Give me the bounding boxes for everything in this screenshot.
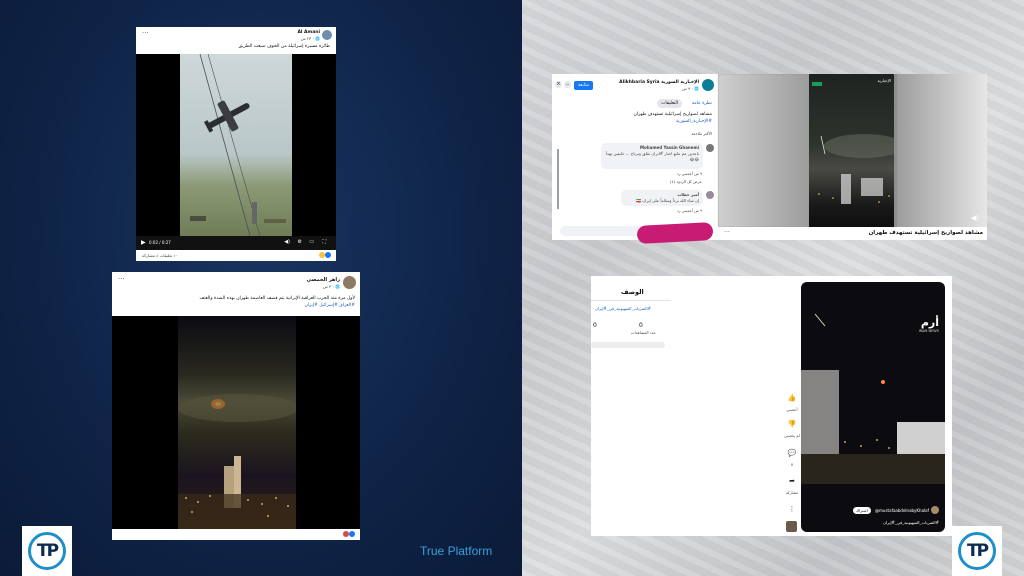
- post-footer: [112, 529, 360, 540]
- like-label: أعجبني: [786, 407, 798, 412]
- comment-actions[interactable]: ٩ س أعجبني رد: [677, 208, 702, 213]
- dislike-label: لم يعجبني: [784, 433, 800, 438]
- channel-thumbnail[interactable]: [786, 521, 797, 532]
- volume-icon[interactable]: ◀): [284, 239, 290, 245]
- comment-sort-dropdown[interactable]: الأكثر ملاءمة: [691, 131, 712, 136]
- true-platform-logo-right: TP: [952, 526, 1002, 576]
- like-icon[interactable]: 👍: [785, 394, 799, 402]
- post-hashtag[interactable]: #الإخبارية_السورية: [676, 119, 712, 124]
- video-controls: ▶ 0:02 / 0:27 ◀) ⚙ ▭ ⛶: [136, 236, 336, 250]
- comment-author[interactable]: أمير خطاب: [677, 192, 699, 197]
- play-icon[interactable]: ▶: [141, 239, 146, 246]
- description-hashtags[interactable]: #الضربات_الصهيونية_في_#إيران: [595, 306, 651, 311]
- divider: [591, 300, 671, 301]
- avatar[interactable]: [702, 79, 714, 91]
- angry-reaction-icon: [343, 531, 349, 537]
- description-heading: الوصف: [621, 288, 644, 296]
- post-time: ٢٣ س · 🌐: [300, 36, 320, 41]
- avatar[interactable]: [322, 30, 332, 40]
- more-options-icon[interactable]: ···: [118, 275, 125, 283]
- avatar[interactable]: [343, 276, 356, 289]
- video-caption: #الضربات_الصهيونية_في_#إيران: [883, 520, 939, 525]
- post-text: طائرة مسيرة إسرائيلة من الخوف ضيعت الطري…: [238, 44, 330, 49]
- post-author[interactable]: Al Amani: [297, 30, 320, 35]
- subscribe-button[interactable]: اشتراك: [853, 507, 871, 514]
- page-name[interactable]: Alikhbaria Syria الإخبارية السورية: [619, 80, 699, 85]
- drone-scene-illustration: [190, 53, 286, 237]
- true-platform-logo-left: TP: [22, 526, 72, 576]
- post-hashtags[interactable]: #العراق #إسرائيل #إيران: [304, 303, 355, 308]
- fullscreen-icon[interactable]: ⛶: [322, 239, 326, 245]
- views-label: عدد المشاهدات: [631, 330, 656, 335]
- night-strike-illustration: [178, 394, 298, 529]
- tab-comments[interactable]: التعليقات: [657, 99, 682, 108]
- comment-text: ناعدين عم نتابع اخبار #ايران نقلق ونرتاح…: [605, 151, 699, 162]
- post-text: مشاهد لصواريخ إسرائيلية تستهدف طهران: [633, 112, 712, 117]
- media-caption: مشاهد لصواريخ إسرائيلية تستهدف طهران: [868, 230, 983, 236]
- like-reaction-icon: [349, 531, 355, 537]
- tab-overview[interactable]: نظرة عامة: [692, 101, 712, 106]
- comment-icon[interactable]: 💬: [785, 449, 799, 457]
- share-icon[interactable]: ➦: [785, 477, 799, 485]
- pip-icon[interactable]: ▭: [309, 239, 314, 245]
- video-player[interactable]: ▶ 0:02 / 0:27 ◀) ⚙ ▭ ⛶: [136, 53, 336, 250]
- follow-button[interactable]: متابعة: [574, 81, 593, 90]
- blurred-left-area: [718, 74, 810, 227]
- channel-handle[interactable]: @mustafaabdelnabyKhalaf: [875, 508, 929, 513]
- more-options-icon[interactable]: ···: [142, 29, 149, 37]
- avatar[interactable]: [706, 191, 714, 199]
- haha-reaction-icon: [319, 252, 325, 258]
- logo-text: TP: [36, 541, 59, 561]
- close-icon[interactable]: ×: [555, 81, 562, 88]
- description-expand-bar[interactable]: [591, 342, 665, 348]
- views-count: 0: [639, 322, 643, 329]
- avatar[interactable]: [706, 144, 714, 152]
- view-replies-link[interactable]: عرض كل الردود (1): [670, 179, 702, 184]
- comment-bubble: Mohamed Yassin Ghanemi ناعدين عم نتابع ا…: [601, 143, 703, 169]
- post-footer: ١٠ تعليقات ٤ مشاركة: [136, 250, 336, 261]
- post-details-panel: Alikhbaria Syria الإخبارية السورية ٩ س ·…: [552, 74, 718, 240]
- comment-count: 0: [790, 462, 794, 467]
- channel-watermark: أرم IRAM NEWS: [919, 316, 939, 333]
- video-frame: [178, 316, 298, 529]
- video-timecode: 0:02 / 0:27: [149, 240, 171, 245]
- like-reaction-icon: [325, 252, 331, 258]
- more-options-icon[interactable]: ···: [724, 229, 730, 236]
- missile-scene-illustration: [818, 134, 894, 204]
- facebook-post-drone: ··· Al Amani ٢٣ س · 🌐 طائرة مسيرة إسرائي…: [136, 27, 336, 261]
- facebook-post-tehran: ··· زاهر الحمصي ٣ س · 🌐 لأول مرة منذ الح…: [112, 272, 360, 540]
- avatar[interactable]: [931, 506, 939, 514]
- facebook-post-alikhbaria: Alikhbaria Syria الإخبارية السورية ٩ س ·…: [552, 74, 987, 240]
- settings-icon[interactable]: ⚙: [298, 239, 302, 245]
- scrollbar[interactable]: [557, 149, 559, 209]
- more-options-icon[interactable]: ···: [564, 81, 571, 88]
- video-player[interactable]: [112, 316, 360, 529]
- second-stat-count: 0: [593, 322, 597, 329]
- comment-actions[interactable]: ٩ س أعجبني رد: [677, 171, 702, 176]
- logo-text: TP: [966, 541, 989, 561]
- post-stats[interactable]: ١٠ تعليقات ٤ مشاركة: [142, 253, 178, 258]
- brand-name: True Platform: [420, 544, 493, 558]
- post-time: ٣ س · 🌐: [322, 284, 340, 289]
- short-video-page: الوصف #الضربات_الصهيونية_في_#إيران 0 عدد…: [591, 276, 952, 536]
- comment-bubble: أمير خطاب إن شاء الله برداً وسلاماً على …: [621, 190, 703, 206]
- video-frame: الإخبارية: [809, 74, 894, 227]
- post-text: لأول مرة منذ الحرب العراقية الإيرانية يت…: [199, 296, 355, 301]
- channel-logo-text: أرم: [920, 316, 939, 329]
- dislike-icon[interactable]: 👎: [785, 420, 799, 428]
- media-caption-bar: ··· مشاهد لصواريخ إسرائيلية تستهدف طهران: [718, 227, 987, 240]
- volume-icon[interactable]: ◀): [971, 214, 979, 222]
- channel-logo-subtext: IRAM NEWS: [918, 329, 939, 333]
- comment-author[interactable]: Mohamed Yassin Ghanemi: [640, 145, 699, 150]
- video-frame: [180, 53, 292, 237]
- media-viewer[interactable]: الإخبارية ◀): [718, 74, 987, 227]
- blurred-right-area: [897, 74, 987, 227]
- share-label: مشاركة: [785, 490, 799, 495]
- post-time: ٩ س · 🌐: [681, 86, 699, 91]
- video-player[interactable]: أرم IRAM NEWS @mustafaabdelnabyKhalaf اش…: [801, 282, 945, 532]
- comment-text: إن شاء الله برداً وسلاماً على إيران 🇮🇷: [636, 198, 699, 203]
- more-options-icon[interactable]: ⋮: [785, 505, 799, 513]
- post-author[interactable]: زاهر الحمصي: [307, 277, 340, 283]
